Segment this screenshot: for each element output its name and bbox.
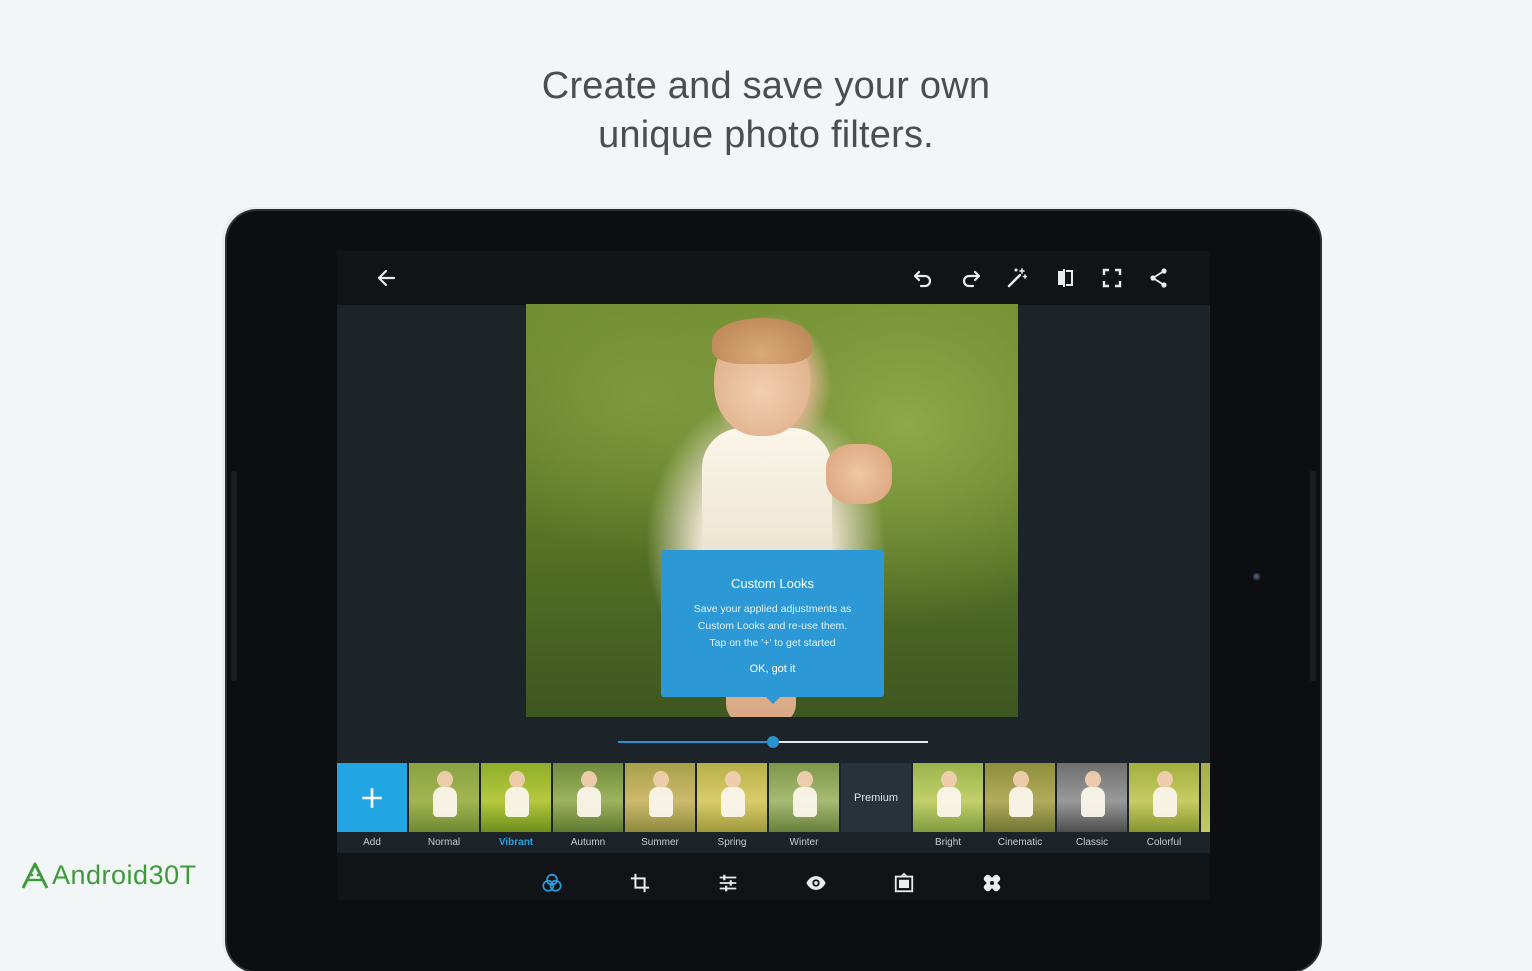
photo-subject-hands — [826, 444, 892, 504]
filter-thumb-spring — [697, 763, 767, 832]
filter-partial[interactable] — [1201, 763, 1210, 853]
filter-thumb-autumn — [553, 763, 623, 832]
filter-thumb-vibrant — [481, 763, 551, 832]
magic-wand-icon[interactable] — [1002, 263, 1032, 293]
frames-icon[interactable] — [891, 870, 917, 896]
tooltip-title: Custom Looks — [730, 576, 815, 591]
filter-summer[interactable]: Summer — [625, 763, 695, 853]
filter-thumb-summer — [625, 763, 695, 832]
tooltip-body-line-2: Custom Looks and re-use them. — [697, 620, 848, 632]
filter-cinematic[interactable]: Cinematic — [985, 763, 1055, 853]
filter-normal[interactable]: Normal — [409, 763, 479, 853]
tooltip-body-line-3: Tap on the '+' to get started — [709, 637, 836, 649]
filter-premium[interactable]: Premium — [841, 763, 911, 853]
android-logo-icon — [21, 862, 49, 889]
slider-thumb[interactable] — [767, 736, 779, 748]
filter-label-winter: Winter — [789, 837, 819, 848]
compare-icon[interactable] — [1050, 263, 1080, 293]
healing-icon[interactable] — [979, 870, 1005, 896]
camera-icon — [1253, 573, 1261, 581]
headline: Create and save your own unique photo fi… — [0, 62, 1532, 160]
slider-fill — [618, 741, 773, 743]
filter-add[interactable]: Add — [337, 763, 407, 853]
red-eye-icon[interactable] — [803, 870, 829, 896]
tooltip-ok-button[interactable]: OK, got it — [661, 663, 884, 675]
filter-bright[interactable]: Bright — [913, 763, 983, 853]
filter-colorful[interactable]: Colorful — [1129, 763, 1199, 853]
undo-icon[interactable] — [908, 263, 938, 293]
app-screen: Custom Looks Save your applied adjustmen… — [337, 251, 1210, 900]
bottom-toolbar — [337, 853, 1210, 900]
crop-icon[interactable] — [627, 870, 653, 896]
intensity-slider[interactable] — [618, 736, 928, 748]
watermark: Android30T — [20, 858, 197, 892]
plus-icon — [362, 787, 382, 808]
filter-thumb-winter — [769, 763, 839, 832]
headline-line-1: Create and save your own — [541, 65, 991, 107]
tooltip-body: Save your applied adjustments as Custom … — [681, 601, 864, 652]
headline-line-2: unique photo filters. — [598, 114, 934, 156]
looks-icon[interactable] — [539, 870, 565, 896]
fullscreen-icon[interactable] — [1097, 263, 1127, 293]
filter-label-colorful: Colorful — [1146, 837, 1182, 848]
watermark-text: Android30T — [52, 859, 197, 890]
filter-classic[interactable]: Classic — [1057, 763, 1127, 853]
filter-thumb-cinematic — [985, 763, 1055, 832]
add-filter-button[interactable] — [337, 763, 407, 832]
filter-thumb-normal — [409, 763, 479, 832]
filter-winter[interactable]: Winter — [769, 763, 839, 853]
photo-subject-hair — [712, 318, 812, 364]
adjustments-icon[interactable] — [715, 870, 741, 896]
tablet-side-button-left — [231, 471, 237, 681]
tooltip-body-line-1: Save your applied adjustments as — [693, 603, 852, 615]
premium-tile[interactable]: Premium — [841, 763, 911, 832]
filter-spring[interactable]: Spring — [697, 763, 767, 853]
filter-thumb-classic — [1057, 763, 1127, 832]
back-arrow-icon[interactable] — [371, 263, 401, 293]
filter-vibrant[interactable]: Vibrant — [481, 763, 551, 853]
filter-thumb-partial — [1201, 763, 1210, 832]
filter-thumb-colorful — [1129, 763, 1199, 832]
filter-thumb-bright — [913, 763, 983, 832]
tablet-side-button-right — [1310, 471, 1316, 681]
custom-looks-tooltip: Custom Looks Save your applied adjustmen… — [661, 550, 884, 704]
share-icon[interactable] — [1144, 263, 1174, 293]
redo-icon[interactable] — [956, 263, 986, 293]
filter-strip: Add Normal Vibrant Autumn Summer Spring … — [337, 763, 1210, 853]
top-toolbar — [337, 251, 1210, 305]
filter-autumn[interactable]: Autumn — [553, 763, 623, 853]
